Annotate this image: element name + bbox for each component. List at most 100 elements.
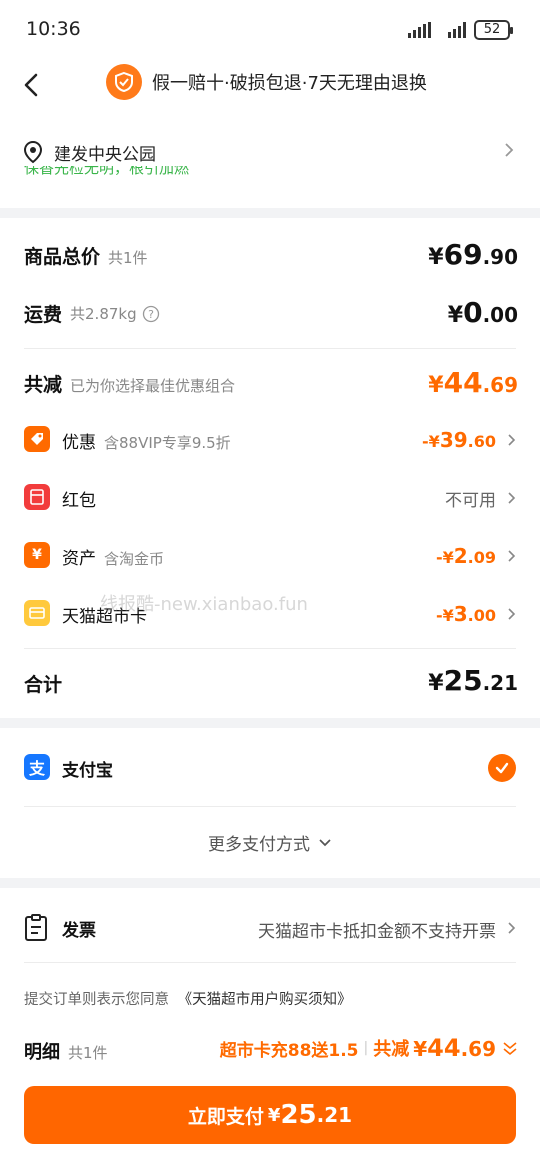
hd-signal-icon: [408, 22, 431, 38]
card-icon: [24, 600, 50, 626]
alipay-icon: 支: [24, 754, 50, 780]
currency-symbol: ¥: [447, 303, 464, 328]
currency-symbol: -¥: [435, 548, 454, 567]
total-label: 合计: [24, 674, 63, 696]
shipping-amount: ¥0.00: [448, 296, 518, 329]
divider: [24, 648, 516, 649]
divider: [24, 348, 516, 349]
currency-symbol: ¥: [428, 671, 444, 696]
detail-promo: 超市卡充88送1.5: [219, 1040, 359, 1061]
location-pin-icon: [23, 140, 43, 164]
agreement-link[interactable]: 《天猫超市用户购买须知》: [178, 992, 352, 1008]
chevron-right-icon: [505, 143, 514, 157]
payment-method-label: 支付宝: [62, 761, 113, 781]
detail-separator: |: [363, 1040, 369, 1056]
amount-decimal: .09: [467, 548, 496, 567]
tag-icon: [24, 426, 50, 452]
double-chevron-down-icon: [503, 1042, 517, 1056]
discount-total-amount: ¥44.69: [428, 366, 518, 399]
pay-button-label: 立即支付: [187, 1105, 264, 1128]
delivery-notice-clipped: 保香先检无明，根引加燃: [24, 166, 284, 184]
discount-note: 已为你选择最佳优惠组合: [70, 377, 236, 395]
pay-now-button[interactable]: 立即支付 ¥ 25 .21: [24, 1086, 516, 1144]
total-amount: ¥25.21: [428, 664, 518, 697]
amount-decimal: .00: [467, 606, 496, 625]
chevron-right-icon: [508, 550, 516, 562]
amount-integer: 69: [443, 238, 483, 271]
address-section[interactable]: 建发中央公园 保香先检无明，根引加燃: [0, 120, 540, 208]
chevron-right-icon: [508, 922, 516, 934]
shipping-label: 运费: [24, 304, 63, 326]
amount-decimal: .21: [316, 1103, 353, 1127]
supermarket-card-amount: -¥3.00: [436, 602, 496, 626]
back-arrow-icon[interactable]: [18, 70, 48, 100]
guarantee-banner: 假一赔十·破损包退·7天无理由退换: [106, 64, 427, 100]
more-payment-label: 更多支付方式: [208, 835, 310, 855]
red-packet-label: 红包: [62, 491, 96, 511]
red-packet-status: 不可用: [445, 491, 496, 511]
detail-count: 共1件: [68, 1044, 108, 1062]
amount-decimal: .60: [467, 432, 496, 451]
asset-detail: 含淘金币: [104, 550, 165, 568]
currency-symbol: ¥: [413, 1037, 428, 1061]
amount-integer: 39: [439, 428, 468, 452]
agreement-line: 提交订单则表示您同意 《天猫超市用户购买须知》: [24, 988, 352, 1009]
red-packet-icon: [24, 484, 50, 510]
amount-integer: 25: [280, 1100, 317, 1130]
address-name: 建发中央公园: [54, 145, 156, 165]
invoice-label: 发票: [62, 921, 96, 941]
divider: [24, 806, 516, 807]
amount-integer: 0: [463, 296, 483, 329]
asset-label: 资产: [62, 549, 96, 569]
promo-label: 优惠: [62, 433, 96, 453]
amount-decimal: .69: [482, 373, 518, 397]
yen-asset-icon: ¥: [24, 542, 50, 568]
payment-method-row[interactable]: 支付宝: [62, 756, 516, 781]
agreement-prefix: 提交订单则表示您同意: [24, 992, 169, 1008]
chevron-down-icon: [319, 838, 331, 846]
detail-discount-label: 共减: [373, 1039, 410, 1060]
watermark-text: 线报酷-new.xianbao.fun: [100, 594, 308, 615]
amount-decimal: .00: [482, 303, 518, 327]
amount-integer: 2: [453, 544, 468, 568]
shipping-weight: 共2.87kg: [70, 305, 137, 323]
amount-integer: 25: [443, 664, 483, 697]
price-breakdown-card: 商品总价 共1件 ¥69.90 运费 共2.87kg ? ¥0.00 共减 已为你选择…: [0, 218, 540, 718]
amount-integer: 44: [427, 1034, 461, 1062]
header-bar: 假一赔十·破损包退·7天无理由退换: [0, 62, 540, 120]
currency-symbol: ¥: [267, 1104, 281, 1126]
currency-symbol: ¥: [428, 245, 444, 270]
currency-symbol: -¥: [435, 606, 454, 625]
shipping-row: 运费 共2.87kg ?: [24, 300, 516, 327]
currency-symbol: -¥: [422, 432, 440, 451]
shield-check-icon: [106, 64, 142, 100]
detail-summary[interactable]: 超市卡充88送1.5 | 共减 ¥44.69: [220, 1034, 518, 1062]
chevron-right-icon: [508, 608, 516, 620]
guarantee-text: 假一赔十·破损包退·7天无理由退换: [152, 73, 427, 94]
more-payment-button[interactable]: 更多支付方式: [0, 830, 540, 855]
amount-integer: 44: [443, 366, 483, 399]
checkout-page: 10:36 52 假一赔十·破损包退·7天无理由退换 建发中央公园 保香先检无明…: [0, 0, 540, 1165]
goods-count: 共1件: [108, 249, 148, 267]
invoice-clipboard-icon: [25, 914, 47, 941]
goods-total-amount: ¥69.90: [428, 238, 518, 271]
currency-symbol: ¥: [428, 373, 444, 398]
chevron-right-icon: [508, 492, 516, 504]
divider: [24, 962, 516, 963]
detail-row[interactable]: 明细 共1件: [24, 1038, 108, 1064]
invoice-value: 天猫超市卡抵扣金额不支持开票: [258, 922, 496, 942]
goods-total-label: 商品总价: [24, 246, 101, 268]
delivery-notice-text: 保香先检无明，根引加燃: [24, 166, 190, 177]
help-icon[interactable]: ?: [142, 305, 160, 323]
amount-decimal: .21: [482, 671, 518, 695]
amount-integer: 3: [453, 602, 468, 626]
selected-check-icon[interactable]: [488, 754, 516, 782]
amount-decimal: .69: [460, 1037, 496, 1061]
chevron-right-icon: [508, 434, 516, 446]
status-bar: 10:36 52: [0, 0, 540, 62]
status-time: 10:36: [26, 18, 81, 40]
promo-detail: 含88VIP专享9.5折: [104, 434, 231, 452]
svg-text:?: ?: [148, 308, 154, 321]
detail-label: 明细: [24, 1042, 60, 1063]
battery-icon: 52: [474, 20, 513, 40]
